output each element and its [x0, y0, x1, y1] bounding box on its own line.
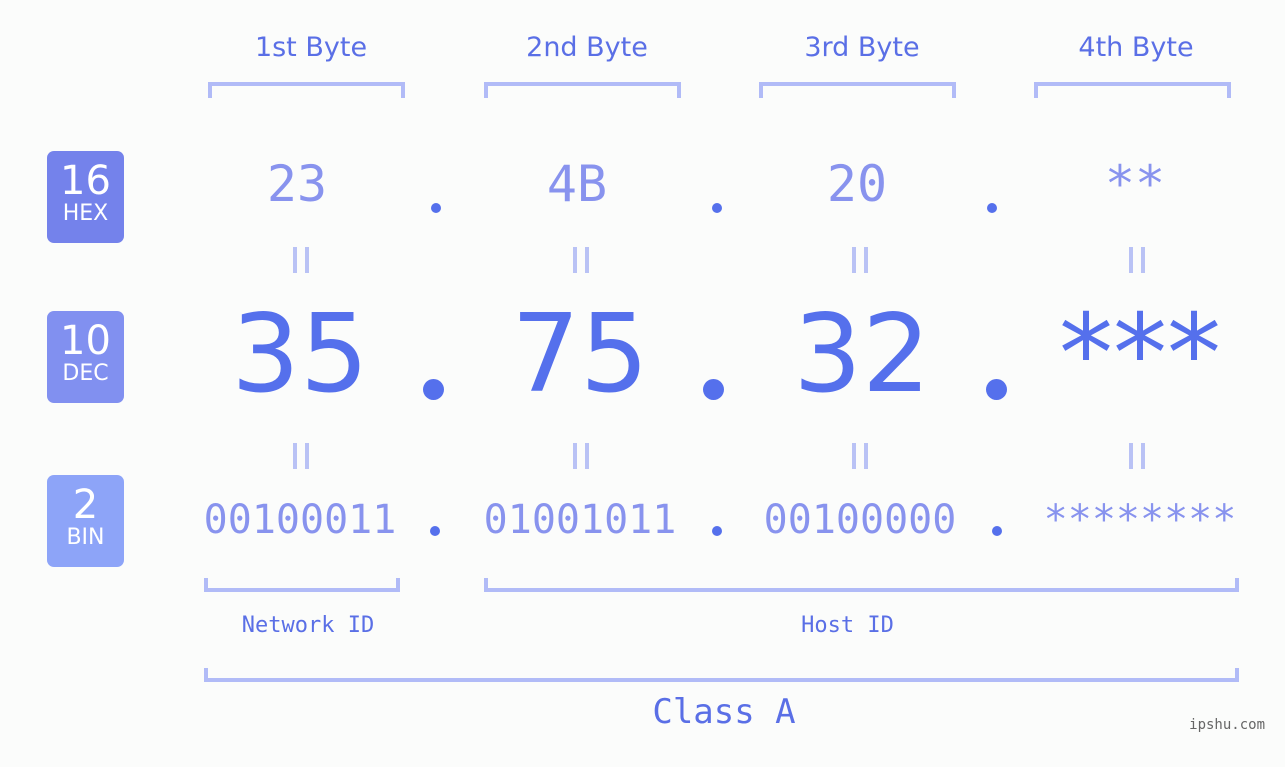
equals-icon [293, 247, 309, 273]
byte-header-2: 2nd Byte [526, 32, 648, 63]
network-id-bracket [204, 578, 400, 592]
equals-icon [852, 443, 868, 469]
dec-separator-3 [986, 379, 1007, 400]
hex-separator-3 [987, 203, 997, 213]
host-id-label: Host ID [801, 613, 894, 638]
byte-header-4: 4th Byte [1078, 32, 1194, 63]
byte-header-3: 3rd Byte [804, 32, 920, 63]
byte-bracket-2 [484, 82, 681, 98]
equals-icon [1129, 247, 1145, 273]
dec-badge-label: DEC [62, 361, 109, 386]
bin-separator-1 [430, 526, 440, 536]
dec-separator-1 [423, 379, 444, 400]
dec-byte-4: *** [1059, 292, 1221, 417]
hex-badge-label: HEX [62, 201, 109, 226]
bin-separator-2 [712, 526, 722, 536]
bin-badge-number: 2 [72, 482, 99, 528]
byte-header-1: 1st Byte [254, 32, 368, 63]
hex-byte-3: 20 [826, 155, 888, 213]
bin-byte-4: ******** [1043, 497, 1237, 543]
host-id-bracket [484, 578, 1239, 592]
hex-byte-1: 23 [266, 155, 328, 213]
byte-bracket-4 [1034, 82, 1231, 98]
dec-byte-2: 75 [511, 292, 649, 417]
dec-byte-1: 35 [231, 292, 369, 417]
equals-icon [852, 247, 868, 273]
bin-badge-label: BIN [66, 525, 105, 550]
equals-icon [573, 443, 589, 469]
hex-badge-number: 16 [60, 158, 111, 204]
dec-separator-2 [703, 379, 724, 400]
bin-byte-1: 00100011 [203, 497, 397, 543]
dec-badge-number: 10 [60, 318, 111, 364]
hex-byte-4: ** [1104, 155, 1166, 213]
equals-icon [293, 443, 309, 469]
hex-separator-1 [431, 203, 441, 213]
watermark: ipshu.com [1189, 717, 1265, 733]
bin-separator-3 [992, 526, 1002, 536]
byte-bracket-1 [208, 82, 405, 98]
hex-byte-2: 4B [546, 155, 608, 213]
byte-bracket-3 [759, 82, 956, 98]
equals-icon [1129, 443, 1145, 469]
network-id-label: Network ID [241, 613, 375, 638]
bin-badge: 2 BIN [47, 475, 124, 567]
equals-icon [573, 247, 589, 273]
bin-byte-3: 00100000 [763, 497, 957, 543]
bin-byte-2: 01001011 [483, 497, 677, 543]
dec-byte-3: 32 [793, 292, 931, 417]
hex-separator-2 [712, 203, 722, 213]
class-label: Class A [652, 692, 796, 732]
hex-badge: 16 HEX [47, 151, 124, 243]
class-bracket [204, 668, 1239, 682]
dec-badge: 10 DEC [47, 311, 124, 403]
